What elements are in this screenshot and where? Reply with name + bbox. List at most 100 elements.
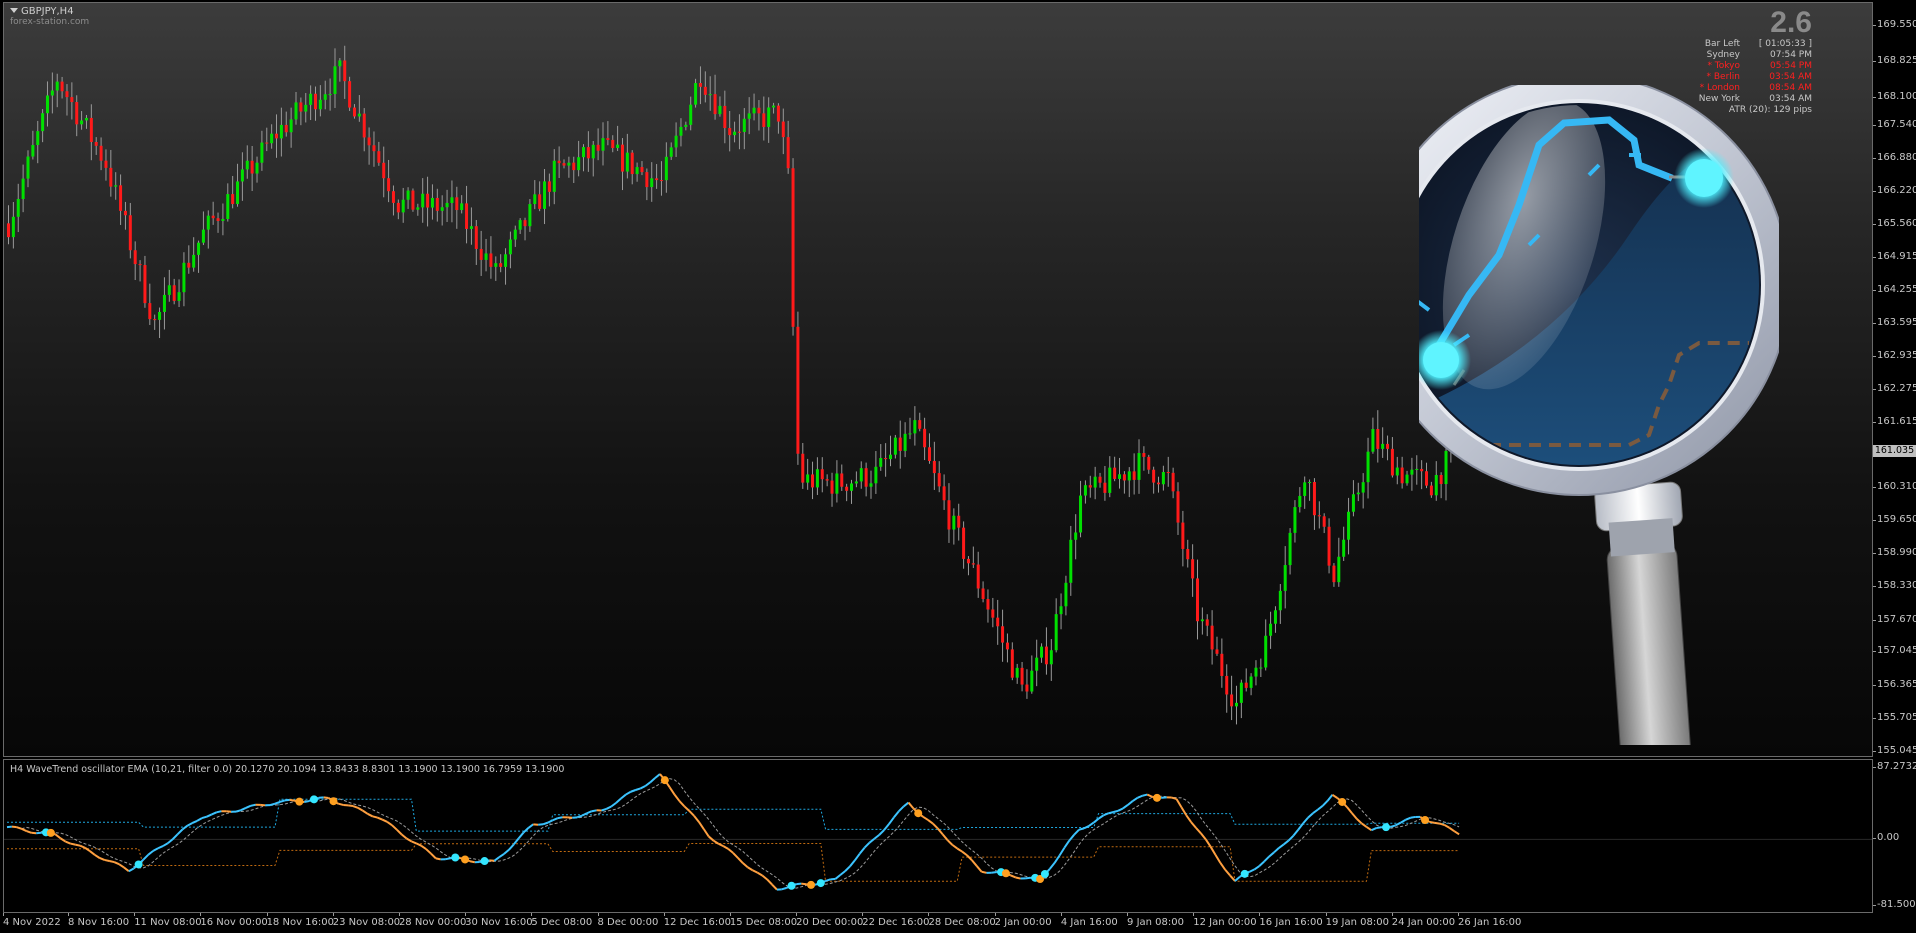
wavetrend-segment [863, 841, 871, 849]
wavetrend-segment [304, 800, 310, 803]
candle [367, 127, 371, 165]
wavetrend-segment [951, 844, 958, 850]
candle-body [1278, 590, 1282, 611]
wavetrend-segment [620, 793, 627, 800]
candle-body [357, 113, 361, 117]
chart-window[interactable]: GBPJPY,H4 forex-station.com 2.6 Bar Left… [0, 0, 1916, 933]
candle [89, 104, 93, 161]
candle [1405, 470, 1409, 486]
candle-body [718, 105, 722, 115]
oscillator-axis[interactable]: 87.2732 0.00 -81.5001 [1873, 759, 1916, 913]
candle-body [1157, 482, 1161, 485]
candle [1015, 663, 1019, 684]
candle [962, 521, 966, 569]
candle [1181, 510, 1185, 567]
candle [1044, 627, 1048, 675]
candle-body [177, 292, 181, 301]
candle-body [1035, 657, 1039, 671]
candle [484, 238, 488, 272]
wavetrend-segment [1410, 815, 1416, 819]
candle [284, 111, 288, 137]
candle-body [1142, 453, 1146, 457]
wavetrend-segment [1376, 826, 1382, 830]
wavetrend-oscillator-panel[interactable]: H4 WaveTrend oscillator EMA (10,21, filt… [3, 759, 1873, 913]
wavetrend-segment [1448, 826, 1455, 833]
candle-body [1322, 516, 1326, 527]
candle-body [465, 203, 469, 229]
candle [659, 161, 663, 196]
candle-body [1186, 548, 1190, 560]
time-tick [200, 913, 202, 916]
candle-body [406, 190, 410, 200]
candle [586, 131, 590, 172]
candle-body [1088, 485, 1092, 488]
candle-body [50, 90, 54, 96]
wavetrend-segment [1025, 876, 1031, 880]
time-tick [994, 913, 996, 916]
candle-body [528, 204, 532, 227]
wavetrend-segment [688, 810, 695, 817]
wavetrend-segment [1185, 814, 1192, 823]
candle [806, 458, 810, 490]
candle-body [854, 481, 858, 484]
time-axis[interactable]: 4 Nov 2022 8 Nov 16:00 11 Nov 08:00 16 Nov … [3, 913, 1873, 933]
wavetrend-segment [206, 813, 213, 818]
time-tick [531, 913, 533, 916]
watermark-text: forex-station.com [10, 17, 90, 27]
wavetrend-segment [907, 801, 915, 810]
candle-body [538, 194, 542, 209]
wavetrend-segment [668, 786, 676, 796]
candle-body [708, 94, 712, 96]
bear-cross-dot [461, 855, 470, 864]
wavetrend-segment [99, 857, 105, 861]
candle-body [182, 262, 186, 293]
symbol-timeframe-label[interactable]: GBPJPY,H4 [10, 7, 74, 17]
wavetrend-segment [1204, 838, 1212, 848]
candle-body [752, 107, 756, 114]
price-label: 161.615 [1877, 415, 1916, 427]
candle [1215, 636, 1219, 656]
candle [1195, 559, 1199, 640]
price-label: 169.550 [1877, 18, 1916, 30]
candle-body [309, 93, 313, 105]
candle [1347, 497, 1351, 555]
candle-body [1312, 482, 1316, 516]
wavetrend-segment [381, 818, 388, 823]
price-tick [1873, 322, 1876, 324]
bull-cross-dot [1382, 823, 1391, 832]
candle-body [1303, 482, 1307, 496]
candle [1205, 614, 1209, 637]
candle [1322, 513, 1326, 534]
price-axis[interactable]: 169.550 168.825 168.100 167.540 166.880 166.2… [1873, 2, 1916, 757]
candle [1376, 410, 1380, 463]
candle [893, 434, 897, 459]
candle-body [888, 454, 892, 460]
candle [250, 145, 254, 191]
wavetrend-segment [171, 833, 179, 840]
time-label: 11 Nov 08:00 [134, 917, 202, 928]
wavetrend-segment [991, 871, 997, 874]
wavetrend-segment [352, 805, 359, 809]
main-price-panel[interactable]: GBPJPY,H4 forex-station.com 2.6 Bar Left… [3, 2, 1873, 757]
candle-body [737, 131, 741, 133]
candle [1064, 575, 1068, 616]
candle [733, 121, 737, 143]
price-tick [1873, 421, 1876, 423]
candle-body [1327, 526, 1331, 566]
candle-body [1015, 667, 1019, 678]
candle [104, 149, 108, 181]
candle [1230, 675, 1234, 721]
candle-body [36, 131, 40, 146]
wavetrend-segment [771, 883, 778, 891]
candle-body [216, 218, 220, 221]
osc-label: 0.00 [1877, 832, 1900, 844]
candle-body [1230, 694, 1234, 707]
candle [1030, 655, 1034, 694]
candle [913, 406, 917, 446]
wavetrend-segment [1331, 793, 1338, 799]
wavetrend-segment [727, 848, 734, 854]
candle [781, 108, 785, 155]
bull-cross-dot [787, 881, 796, 890]
dropdown-arrow-icon[interactable] [10, 8, 18, 13]
wavetrend-segment [552, 817, 559, 822]
